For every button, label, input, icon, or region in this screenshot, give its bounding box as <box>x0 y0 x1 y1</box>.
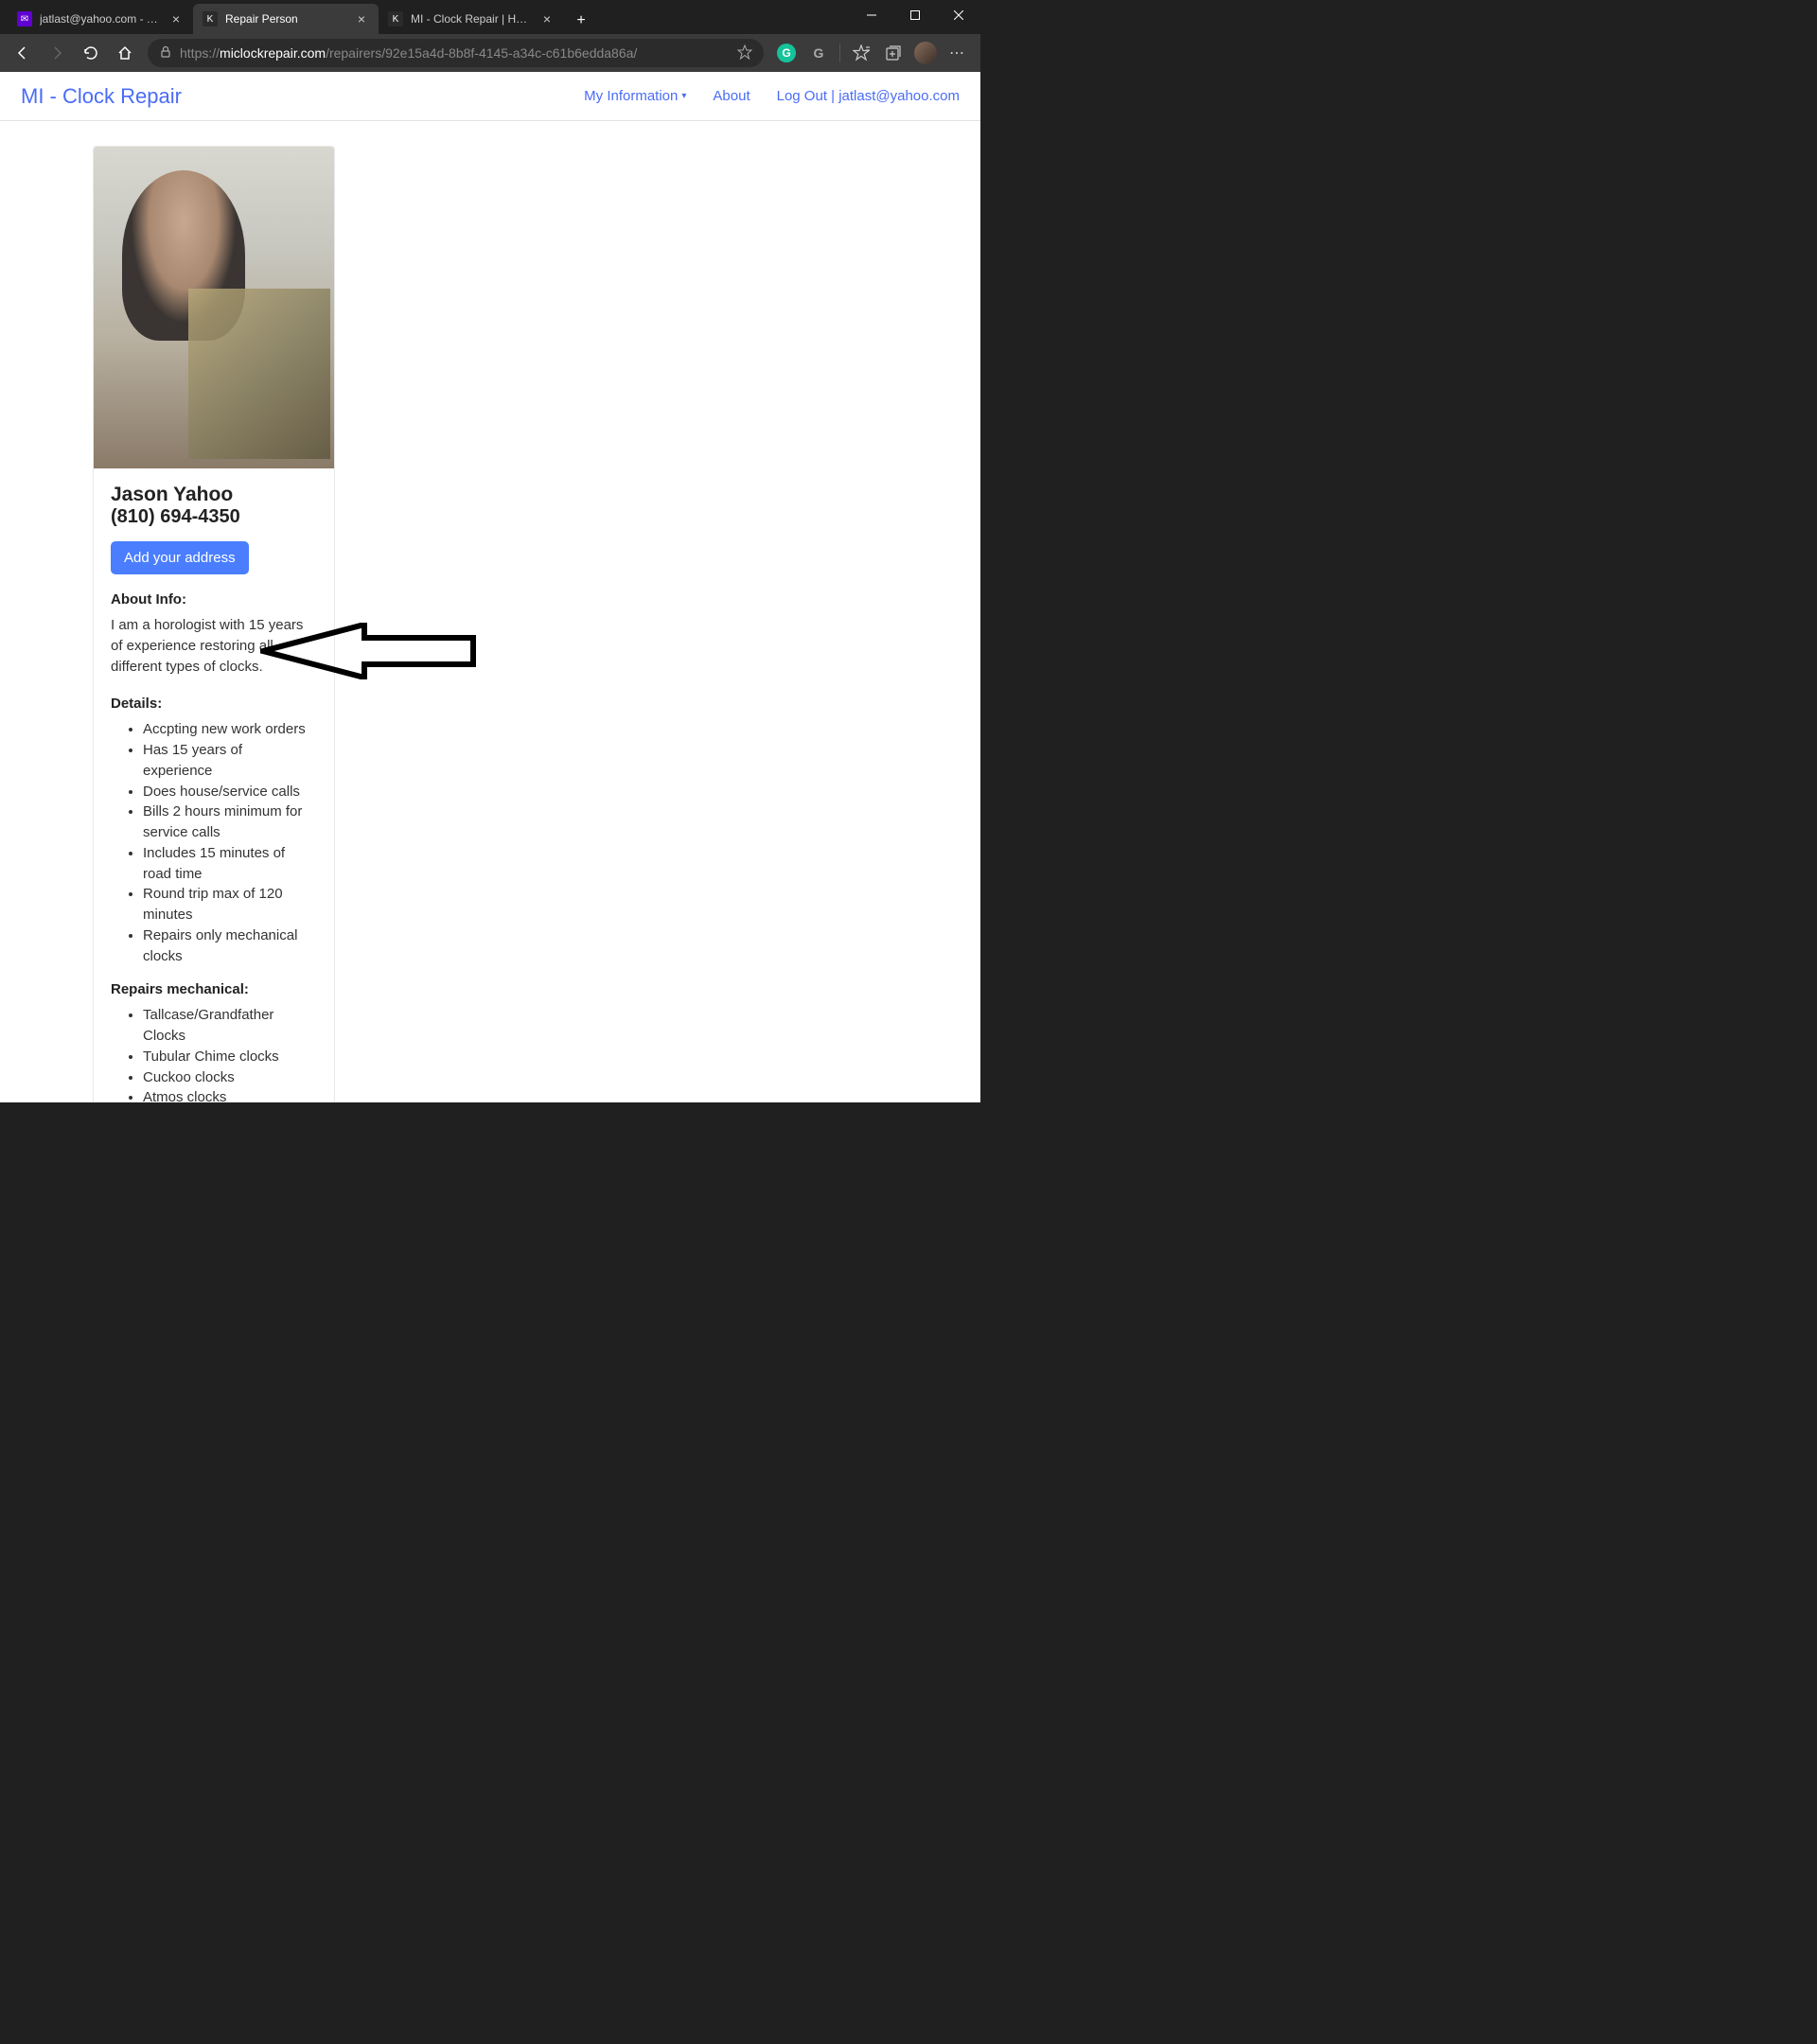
back-button[interactable] <box>8 38 38 68</box>
tab-repair-person[interactable]: K Repair Person × <box>193 4 379 34</box>
tab-close-icon[interactable]: × <box>168 11 184 26</box>
grammarly-extension-icon[interactable]: G <box>771 38 802 68</box>
profile-card: Jason Yahoo (810) 694-4350 Add your addr… <box>93 146 335 1102</box>
details-list: Accpting new work orders Has 15 years of… <box>111 719 317 966</box>
list-item: Has 15 years of experience <box>143 740 317 782</box>
repairs-label: Repairs mechanical: <box>111 981 317 997</box>
url-text: https://miclockrepair.com/repairers/92e1… <box>180 45 730 61</box>
add-address-button[interactable]: Add your address <box>111 541 249 574</box>
refresh-button[interactable] <box>76 38 106 68</box>
lock-icon <box>159 45 172 62</box>
caret-down-icon: ▾ <box>681 91 686 101</box>
tab-close-icon[interactable]: × <box>539 11 555 26</box>
repairs-list: Tallcase/Grandfather Clocks Tubular Chim… <box>111 1005 317 1102</box>
list-item: Does house/service calls <box>143 782 317 802</box>
tab-home[interactable]: K MI - Clock Repair | Home × <box>379 4 564 34</box>
more-menu-icon[interactable]: ⋯ <box>943 38 973 68</box>
list-item: Round trip max of 120 minutes <box>143 884 317 925</box>
nav-about[interactable]: About <box>713 88 750 104</box>
profile-name: Jason Yahoo <box>111 484 317 506</box>
browser-toolbar: https://miclockrepair.com/repairers/92e1… <box>0 34 980 72</box>
tab-bar: ✉ jatlast@yahoo.com - Yahoo Mail × K Rep… <box>0 0 980 34</box>
tab-favicon-icon: K <box>388 11 403 26</box>
tab-close-icon[interactable]: × <box>354 11 369 26</box>
address-bar[interactable]: https://miclockrepair.com/repairers/92e1… <box>148 39 764 67</box>
maximize-button[interactable] <box>893 0 937 30</box>
favorites-icon[interactable] <box>846 38 876 68</box>
brand-link[interactable]: MI - Clock Repair <box>21 84 182 109</box>
list-item: Cuckoo clocks <box>143 1067 317 1088</box>
about-text: I am a horologist with 15 years of exper… <box>111 615 317 677</box>
list-item: Bills 2 hours minimum for service calls <box>143 802 317 843</box>
list-item: Accpting new work orders <box>143 719 317 740</box>
nav-logout[interactable]: Log Out | jatlast@yahoo.com <box>777 88 960 104</box>
list-item: Tallcase/Grandfather Clocks <box>143 1005 317 1047</box>
tab-yahoo-mail[interactable]: ✉ jatlast@yahoo.com - Yahoo Mail × <box>8 4 193 34</box>
profile-photo <box>94 147 334 468</box>
page-viewport: MI - Clock Repair My Information ▾ About… <box>0 72 980 1102</box>
tab-title: jatlast@yahoo.com - Yahoo Mail <box>40 12 161 26</box>
minimize-button[interactable] <box>850 0 893 30</box>
profile-avatar[interactable] <box>910 38 941 68</box>
list-item: Atmos clocks <box>143 1087 317 1102</box>
about-label: About Info: <box>111 591 317 608</box>
list-item: Includes 15 minutes of road time <box>143 843 317 885</box>
nav-my-information[interactable]: My Information ▾ <box>584 88 686 104</box>
tab-title: Repair Person <box>225 12 346 26</box>
tab-favicon-icon: ✉ <box>17 11 32 26</box>
site-nav: MI - Clock Repair My Information ▾ About… <box>0 72 980 121</box>
forward-button[interactable] <box>42 38 72 68</box>
list-item: Repairs only mechanical clocks <box>143 925 317 967</box>
details-label: Details: <box>111 696 317 712</box>
extension-icon[interactable]: G <box>803 38 834 68</box>
collections-icon[interactable] <box>878 38 908 68</box>
list-item: Tubular Chime clocks <box>143 1047 317 1067</box>
tab-title: MI - Clock Repair | Home <box>411 12 532 26</box>
favorite-icon[interactable] <box>737 44 752 62</box>
content: Jason Yahoo (810) 694-4350 Add your addr… <box>0 121 980 1102</box>
profile-phone: (810) 694-4350 <box>111 506 317 528</box>
close-window-button[interactable] <box>937 0 980 30</box>
tab-favicon-icon: K <box>203 11 218 26</box>
new-tab-button[interactable]: + <box>568 8 594 34</box>
home-button[interactable] <box>110 38 140 68</box>
separator <box>839 44 840 62</box>
